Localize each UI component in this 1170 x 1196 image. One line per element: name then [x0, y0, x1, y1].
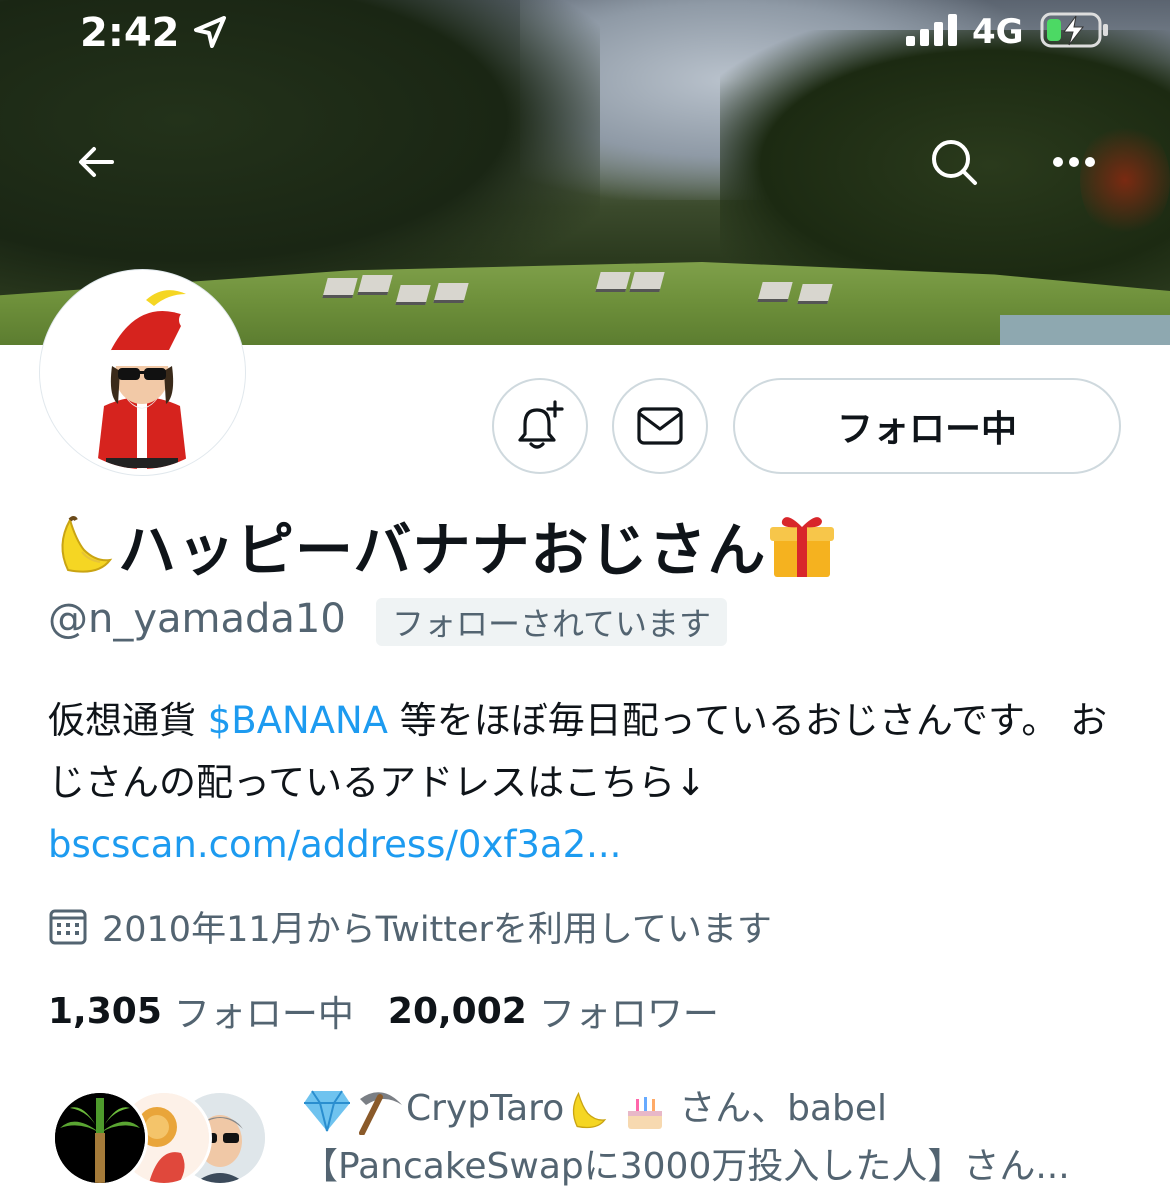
known-followers-text[interactable]: CrypTaro さん、babel 【PancakeSwapに3000万投入した…	[302, 1080, 1142, 1196]
banner-chair	[797, 284, 833, 304]
profile-avatar[interactable]	[40, 270, 245, 475]
username-handle: @n_yamada10	[48, 596, 346, 642]
status-time: 2:42	[80, 10, 180, 56]
following-count[interactable]: 1,305	[48, 991, 162, 1032]
banner-pool	[1000, 315, 1170, 345]
notifications-button[interactable]	[492, 378, 588, 474]
arrow-left-icon	[79, 147, 114, 177]
gift-emoji	[770, 517, 835, 577]
known-followers-avatars[interactable]	[52, 1090, 282, 1186]
more-horizontal-icon	[1053, 157, 1095, 167]
signal-icon	[906, 14, 957, 46]
search-button[interactable]	[918, 126, 990, 198]
following-button[interactable]: フォロー中	[733, 378, 1121, 474]
known-follower-suffix: さん、babel	[667, 1088, 888, 1129]
followers-count[interactable]: 20,002	[388, 991, 527, 1032]
message-button[interactable]	[612, 378, 708, 474]
join-date: 2010年11月からTwitterを利用しています	[48, 900, 772, 952]
banner-chair	[357, 275, 393, 295]
known-follower-name: CrypTaro	[406, 1088, 565, 1129]
known-followers-line1: CrypTaro さん、babel	[302, 1080, 1142, 1138]
birthday-cake-emoji	[627, 1097, 662, 1129]
bio-text: 仮想通貨	[48, 699, 208, 742]
bell-plus-icon	[518, 400, 564, 449]
mail-icon	[637, 407, 683, 445]
calendar-icon	[49, 909, 87, 945]
display-name: ハッピーバナナおじさん	[48, 505, 838, 585]
known-followers-line2: 【PancakeSwapに3000万投入した人】さん...	[302, 1146, 1070, 1187]
known-follower-avatar	[52, 1090, 148, 1186]
network-type: 4G	[972, 12, 1024, 52]
battery-charging-icon	[1040, 12, 1108, 48]
search-icon	[932, 140, 977, 185]
location-arrow-icon	[194, 16, 226, 48]
back-button[interactable]	[60, 126, 132, 198]
santa-avatar-image	[96, 290, 199, 469]
banner-chair	[629, 272, 665, 292]
banner-chair	[757, 282, 793, 302]
banner-chair	[433, 283, 469, 303]
follow-stats: 1,305 フォロー中 20,002 フォロワー	[48, 986, 753, 1036]
banner-chair	[595, 272, 631, 292]
gem-emoji	[304, 1090, 350, 1132]
bio-url-link[interactable]: bscscan.com/address/0xf3a2...	[48, 814, 1128, 876]
join-date-text: 2010年11月からTwitterを利用しています	[102, 909, 772, 950]
following-label[interactable]: フォロー中	[174, 985, 354, 1037]
profile-bio: 仮想通貨 $BANANA 等をほぼ毎日配っているおじさんです。 おじさんの配って…	[48, 690, 1128, 876]
banana-emoji	[573, 1091, 607, 1129]
banner-chair	[322, 278, 358, 298]
banner-chair	[395, 285, 431, 305]
bio-cashtag-link[interactable]: $BANANA	[208, 699, 388, 742]
display-name-text: ハッピーバナナおじさん	[118, 516, 767, 584]
banana-emoji	[61, 516, 113, 573]
pick-emoji	[359, 1092, 402, 1135]
followers-label[interactable]: フォロワー	[539, 985, 719, 1037]
follows-you-badge: フォローされています	[376, 598, 728, 646]
more-options-button[interactable]	[1038, 126, 1110, 198]
